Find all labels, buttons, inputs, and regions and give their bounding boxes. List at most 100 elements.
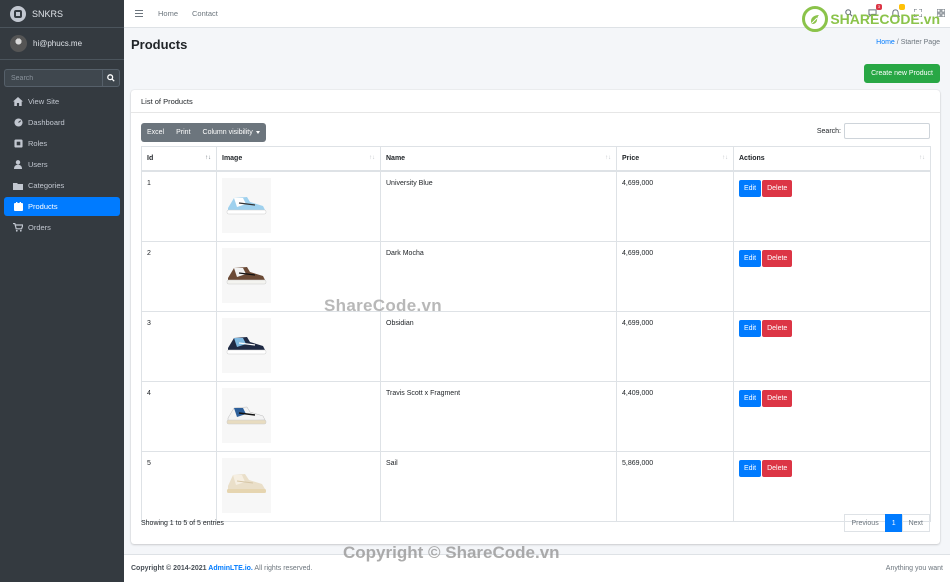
- edit-button[interactable]: Edit: [739, 389, 762, 407]
- menu-toggle-icon[interactable]: [135, 10, 143, 17]
- column-visibility-button[interactable]: Column visibility: [197, 123, 266, 142]
- caret-down-icon: [255, 131, 260, 134]
- product-image-dark-mocha: [222, 247, 271, 303]
- pagination: Previous 1 Next: [844, 514, 930, 532]
- card-title: List of Products: [131, 90, 940, 113]
- nav-link-contact[interactable]: Contact: [192, 9, 218, 18]
- create-product-button[interactable]: Create new Product: [864, 64, 940, 83]
- breadcrumb: Home / Starter Page: [876, 39, 940, 46]
- user-icon: [12, 160, 24, 170]
- footer-copyright: Copyright © 2014-2021 AdminLTE.io. All r…: [131, 565, 312, 572]
- edit-button[interactable]: Edit: [739, 249, 762, 267]
- cell-name: Obsidian: [380, 310, 617, 382]
- sort-icon: ↑↓: [369, 155, 375, 161]
- roles-icon: [12, 139, 24, 149]
- folder-icon: [12, 181, 24, 191]
- footer-copyright-suffix: All rights reserved.: [252, 565, 313, 572]
- cell-actions: Edit Delete: [733, 380, 931, 452]
- table-info: Showing 1 to 5 of 5 entries: [141, 520, 224, 527]
- cell-image: [216, 310, 381, 382]
- delete-button[interactable]: Delete: [762, 249, 793, 267]
- sidebar-item-orders[interactable]: Orders: [4, 218, 120, 237]
- sidebar-item-label: View Site: [28, 97, 60, 106]
- sort-asc-icon: ↑↓: [205, 155, 211, 161]
- sidebar-item-view-site[interactable]: View Site: [4, 92, 120, 111]
- footer-adminlte-link[interactable]: AdminLTE.io.: [208, 565, 253, 572]
- box-icon: [12, 202, 24, 212]
- cell-id: 5: [141, 450, 217, 522]
- sidebar-search-button[interactable]: [102, 69, 120, 87]
- column-header-label: Id: [147, 154, 154, 162]
- search-icon: [107, 74, 115, 82]
- column-header-image[interactable]: Image ↑↓: [216, 146, 381, 172]
- table-row: 3 Obsidian 4,699,000 Edit Delete: [141, 310, 931, 382]
- nav-link-home[interactable]: Home: [158, 9, 178, 18]
- footer-copyright-prefix: Copyright © 2014-2021: [131, 565, 209, 572]
- column-header-label: Name: [386, 154, 406, 162]
- sidebar-item-roles[interactable]: Roles: [4, 134, 120, 153]
- pagination-page[interactable]: 1: [884, 514, 903, 532]
- content-wrapper: Products Home / Starter Page Create new …: [124, 28, 950, 554]
- edit-button[interactable]: Edit: [739, 319, 762, 337]
- cell-actions: Edit Delete: [733, 450, 931, 522]
- sort-icon: ↑↓: [722, 155, 728, 161]
- table-row: 4 Travis Scott x Fragment 4,409,000 Edit…: [141, 380, 931, 452]
- delete-button[interactable]: Delete: [762, 179, 793, 197]
- cell-name: University Blue: [380, 170, 617, 242]
- export-button-group: Excel Print Column visibility: [141, 123, 266, 142]
- column-header-actions[interactable]: Actions ↑↓: [733, 146, 931, 172]
- table-header-row: Id ↑↓ Image ↑↓ Name ↑↓ Price ↑↓ Actions ↑↓: [141, 146, 931, 172]
- edit-button[interactable]: Edit: [739, 459, 762, 477]
- products-table: Id ↑↓ Image ↑↓ Name ↑↓ Price ↑↓ Actions ↑↓ 1 …: [141, 146, 931, 522]
- cell-price: 4,699,000: [616, 310, 734, 382]
- column-header-id[interactable]: Id ↑↓: [141, 146, 217, 172]
- brand-name: SNKRS: [32, 8, 64, 19]
- delete-button[interactable]: Delete: [762, 459, 793, 477]
- cell-actions: Edit Delete: [733, 240, 931, 312]
- cell-actions: Edit Delete: [733, 170, 931, 242]
- sidebar: SNKRS hi@phucs.me View Site Dashboard Ro…: [0, 0, 124, 582]
- cell-price: 4,699,000: [616, 170, 734, 242]
- cell-price: 5,869,000: [616, 450, 734, 522]
- cart-icon: [12, 223, 24, 233]
- sort-icon: ↑↓: [605, 155, 611, 161]
- sidebar-search: [4, 69, 120, 87]
- brand-link[interactable]: SNKRS: [0, 0, 124, 28]
- column-header-label: Image: [222, 154, 243, 162]
- sidebar-search-input[interactable]: [4, 69, 102, 87]
- column-header-price[interactable]: Price ↑↓: [616, 146, 734, 172]
- table-search-input[interactable]: [844, 123, 930, 139]
- column-visibility-label: Column visibility: [202, 129, 253, 136]
- delete-button[interactable]: Delete: [762, 319, 793, 337]
- sidebar-item-products[interactable]: Products: [4, 197, 120, 216]
- pagination-next[interactable]: Next: [901, 514, 930, 532]
- brand-logo-icon: [10, 5, 26, 22]
- sidebar-item-dashboard[interactable]: Dashboard: [4, 113, 120, 132]
- breadcrumb-home-link[interactable]: Home: [876, 39, 895, 46]
- sidebar-item-categories[interactable]: Categories: [4, 176, 120, 195]
- cell-image: [216, 170, 381, 242]
- delete-button[interactable]: Delete: [762, 389, 793, 407]
- sidebar-item-label: Orders: [28, 223, 51, 232]
- cell-id: 4: [141, 380, 217, 452]
- table-row: 1 University Blue 4,699,000 Edit Delete: [141, 170, 931, 242]
- column-header-label: Price: [622, 154, 640, 162]
- edit-button[interactable]: Edit: [739, 179, 762, 197]
- user-panel[interactable]: hi@phucs.me: [0, 28, 124, 60]
- print-button[interactable]: Print: [170, 123, 196, 142]
- product-image-travis-scott-fragment: [222, 387, 271, 443]
- table-row: 2 Dark Mocha 4,699,000 Edit Delete: [141, 240, 931, 312]
- cell-price: 4,409,000: [616, 380, 734, 452]
- sharecode-copyright-watermark: Copyright © ShareCode.vn: [343, 543, 560, 562]
- cell-id: 2: [141, 240, 217, 312]
- column-header-name[interactable]: Name ↑↓: [380, 146, 617, 172]
- product-image-university-blue: [222, 177, 271, 233]
- sidebar-item-label: Categories: [28, 181, 65, 190]
- column-header-label: Actions: [739, 154, 765, 162]
- breadcrumb-current: Starter Page: [900, 39, 940, 46]
- sidebar-item-users[interactable]: Users: [4, 155, 120, 174]
- cell-name: Travis Scott x Fragment: [380, 380, 617, 452]
- pagination-previous[interactable]: Previous: [844, 514, 886, 532]
- excel-button[interactable]: Excel: [141, 123, 170, 142]
- cell-name: Sail: [380, 450, 617, 522]
